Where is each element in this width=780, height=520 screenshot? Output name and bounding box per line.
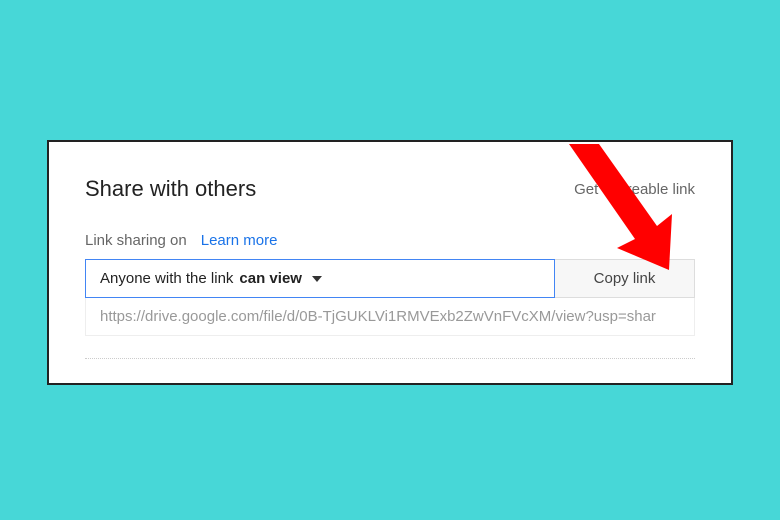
link-permission-dropdown[interactable]: Anyone with the link can view — [85, 259, 555, 298]
link-sharing-subheader: Link sharing on Learn more — [85, 232, 695, 249]
permission-mode: can view — [239, 270, 302, 287]
learn-more-link[interactable]: Learn more — [201, 232, 278, 249]
copy-link-button[interactable]: Copy link — [555, 259, 695, 298]
share-url-field[interactable]: https://drive.google.com/file/d/0B-TjGUK… — [85, 298, 695, 336]
get-shareable-link-button[interactable]: Get shareable link — [574, 181, 695, 198]
share-dialog: Share with others Get shareable link Lin… — [47, 140, 733, 385]
permission-prefix: Anyone with the link — [100, 270, 233, 287]
dialog-header: Share with others Get shareable link — [85, 176, 695, 202]
divider — [85, 358, 695, 359]
permission-row: Anyone with the link can view Copy link — [85, 259, 695, 298]
link-sharing-status: Link sharing on — [85, 232, 187, 249]
dialog-title: Share with others — [85, 176, 256, 202]
chevron-down-icon — [312, 276, 322, 282]
